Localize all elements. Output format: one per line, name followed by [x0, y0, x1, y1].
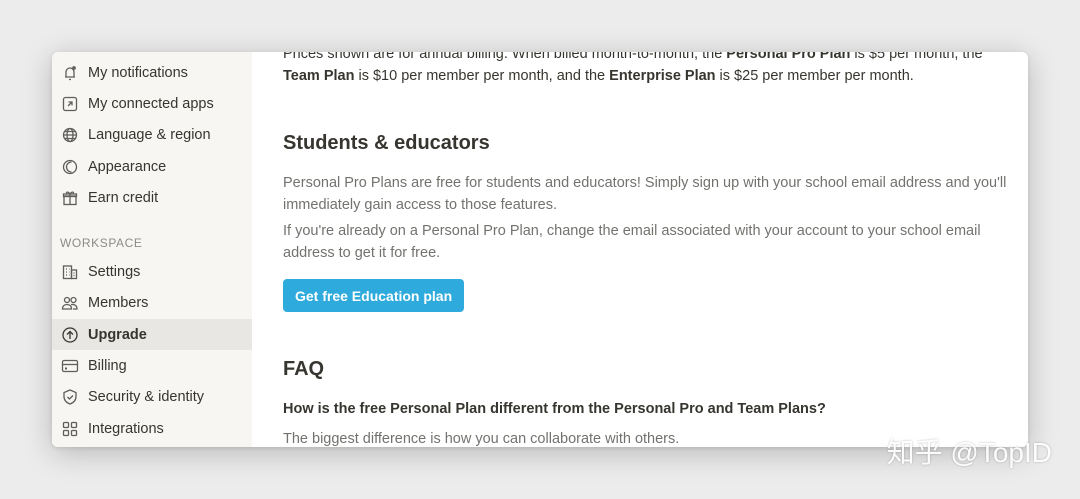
faq-heading: FAQ [283, 358, 325, 380]
sidebar-item-label: Appearance [88, 158, 167, 175]
gift-icon [60, 188, 80, 208]
sidebar-item-label: Language & region [88, 126, 211, 143]
settings-window: My notifications My connected apps Langu… [52, 52, 1028, 447]
sidebar-item-earn-credit[interactable]: Earn credit [52, 182, 252, 213]
sidebar-item-language-region[interactable]: Language & region [52, 119, 252, 150]
pricing-note-text: is $5 per month, the [850, 52, 983, 62]
sidebar-item-appearance[interactable]: Appearance [52, 151, 252, 182]
sidebar-item-settings[interactable]: Settings [52, 256, 252, 287]
sidebar-item-label: Security & identity [88, 388, 205, 405]
sidebar-item-label: Billing [88, 357, 127, 374]
upgrade-content: Prices shown are for annual billing. Whe… [283, 52, 1013, 447]
pricing-note-text: is $10 per member per month, and the [354, 68, 610, 84]
sidebar-item-my-connected-apps[interactable]: My connected apps [52, 88, 252, 119]
external-link-icon [60, 94, 80, 114]
team-plan-label: Team Plan [283, 68, 355, 84]
sidebar-item-label: Integrations [88, 420, 164, 437]
upgrade-arrow-icon [60, 325, 80, 345]
globe-icon [60, 125, 80, 145]
settings-sidebar: My notifications My connected apps Langu… [52, 52, 252, 447]
building-icon [60, 262, 80, 282]
get-free-education-plan-button[interactable]: Get free Education plan [283, 279, 465, 312]
sidebar-item-members[interactable]: Members [52, 287, 252, 318]
sidebar-item-label: Upgrade [88, 326, 147, 343]
sidebar-item-label: Settings [88, 263, 141, 280]
pricing-note-text: Prices shown are for annual billing. Whe… [283, 52, 727, 62]
sidebar-item-label: My connected apps [88, 95, 214, 112]
workspace-section-heading: WORKSPACE [60, 236, 143, 250]
credit-card-icon [60, 356, 80, 376]
students-educators-heading: Students & educators [283, 132, 490, 154]
watermark: 知乎 @TopID [886, 437, 1052, 468]
shield-icon [60, 387, 80, 407]
sidebar-item-upgrade[interactable]: Upgrade [52, 319, 252, 350]
pricing-note-text: is $25 per member per month. [715, 68, 914, 84]
sidebar-item-integrations[interactable]: Integrations [52, 413, 252, 444]
sidebar-item-my-notifications[interactable]: My notifications [52, 57, 252, 88]
members-icon [60, 293, 80, 313]
sidebar-item-security-identity[interactable]: Security & identity [52, 381, 252, 412]
sidebar-item-billing[interactable]: Billing [52, 350, 252, 381]
students-paragraph-1: Personal Pro Plans are free for students… [283, 175, 1007, 213]
personal-pro-plan-label: Personal Pro Plan [726, 52, 851, 62]
sidebar-item-label: My notifications [88, 64, 188, 81]
sidebar-item-label: Members [88, 294, 149, 311]
grid-icon [60, 419, 80, 439]
bell-icon [60, 63, 80, 83]
faq-question: How is the free Personal Plan different … [283, 401, 826, 417]
moon-icon [60, 157, 80, 177]
enterprise-plan-label: Enterprise Plan [609, 68, 716, 84]
sidebar-item-label: Earn credit [88, 189, 159, 206]
pricing-note: Prices shown are for annual billing. Whe… [283, 52, 1008, 87]
students-paragraph-2: If you're already on a Personal Pro Plan… [283, 223, 981, 261]
